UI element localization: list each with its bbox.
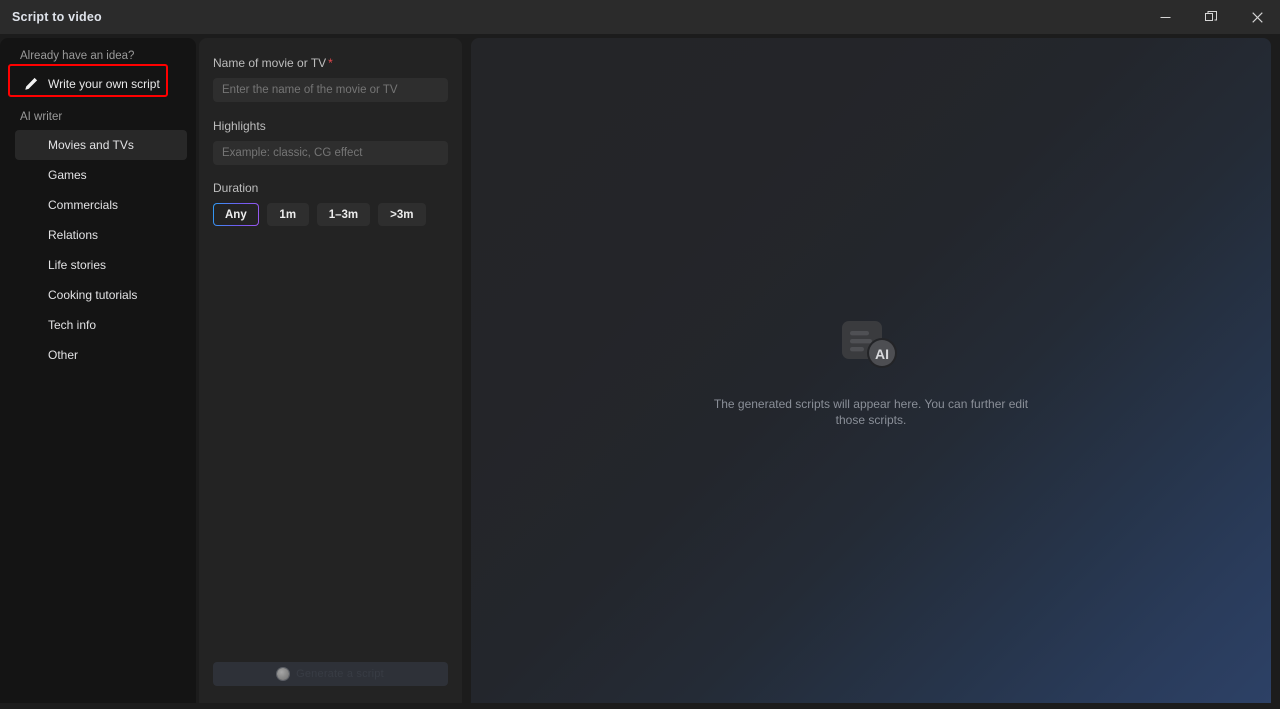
sidebar-item-label: Cooking tutorials: [48, 288, 138, 302]
sidebar-item-label: Tech info: [48, 318, 97, 332]
highlights-input[interactable]: [213, 141, 448, 165]
window-controls: [1142, 0, 1280, 34]
pencil-icon: [25, 77, 38, 90]
movie-name-input[interactable]: [213, 78, 448, 102]
duration-option-1m[interactable]: 1m: [266, 203, 309, 226]
movie-name-label: Name of movie or TV *: [213, 56, 448, 70]
sidebar-item-label: Movies and TVs: [48, 138, 134, 152]
close-icon: [1251, 11, 1263, 23]
bottom-strip: [0, 703, 1280, 709]
form-panel: Name of movie or TV* Highlights Duration…: [199, 38, 462, 707]
workspace: Already have an idea? Write your own scr…: [0, 34, 1280, 709]
duration-option-over-3m[interactable]: >3m: [378, 203, 426, 226]
restore-button[interactable]: [1188, 0, 1234, 34]
sidebar-item-label: Relations: [48, 228, 99, 242]
sidebar-item-life-stories[interactable]: Life stories: [15, 250, 187, 280]
highlights-label: Highlights: [213, 119, 266, 133]
duration-label: Duration: [213, 181, 259, 195]
minimize-button[interactable]: [1142, 0, 1188, 34]
write-own-script-button[interactable]: Write your own script: [14, 69, 166, 99]
generate-script-button[interactable]: Generate a script: [213, 662, 448, 686]
sidebar-item-commercials[interactable]: Commercials: [15, 190, 187, 220]
write-own-script-label: Write your own script: [48, 77, 160, 91]
script-preview-panel: AI The generated scripts will appear her…: [471, 38, 1271, 707]
sidebar-item-label: Games: [48, 168, 87, 182]
duration-option-1-3m[interactable]: 1–3m: [316, 203, 371, 226]
generate-script-label: Generate a script: [296, 668, 384, 680]
sidebar-item-label: Commercials: [48, 198, 119, 212]
sidebar-item-games[interactable]: Games: [15, 160, 187, 190]
ai-document-icon: AI: [842, 321, 897, 368]
sidebar-nav-list: Movies and TVs Games Commercials Relatio…: [0, 130, 196, 370]
sidebar-item-other[interactable]: Other: [15, 340, 187, 370]
preview-empty-text: The generated scripts will appear here. …: [713, 397, 1029, 427]
movie-name-label-text: Name of movie or TV: [213, 56, 327, 70]
restore-icon: [1205, 11, 1217, 21]
sidebar-item-movies-and-tvs[interactable]: Movies and TVs: [15, 130, 187, 160]
sidebar: Already have an idea? Write your own scr…: [0, 38, 196, 707]
sidebar-item-tech-info[interactable]: Tech info: [15, 310, 187, 340]
preview-empty-state: AI The generated scripts will appear her…: [471, 320, 1271, 428]
sidebar-item-label: Other: [48, 348, 79, 362]
loading-spinner-icon: [277, 668, 290, 680]
sidebar-item-cooking-tutorials[interactable]: Cooking tutorials: [15, 280, 187, 310]
minimize-icon: [1160, 16, 1170, 18]
required-asterisk: *: [328, 56, 333, 70]
sidebar-item-relations[interactable]: Relations: [15, 220, 187, 250]
sidebar-item-label: Life stories: [48, 258, 107, 272]
sidebar-ai-writer-label: AI writer: [20, 111, 63, 123]
window-title: Script to video: [12, 10, 102, 24]
window-titlebar: Script to video: [0, 0, 1280, 34]
write-own-script-wrapper: Write your own script: [8, 64, 186, 99]
close-button[interactable]: [1234, 0, 1280, 34]
duration-option-group: Any 1m 1–3m >3m: [213, 203, 448, 226]
svg-text:AI: AI: [875, 346, 889, 362]
sidebar-idea-label: Already have an idea?: [20, 50, 135, 62]
duration-option-any[interactable]: Any: [213, 203, 259, 226]
